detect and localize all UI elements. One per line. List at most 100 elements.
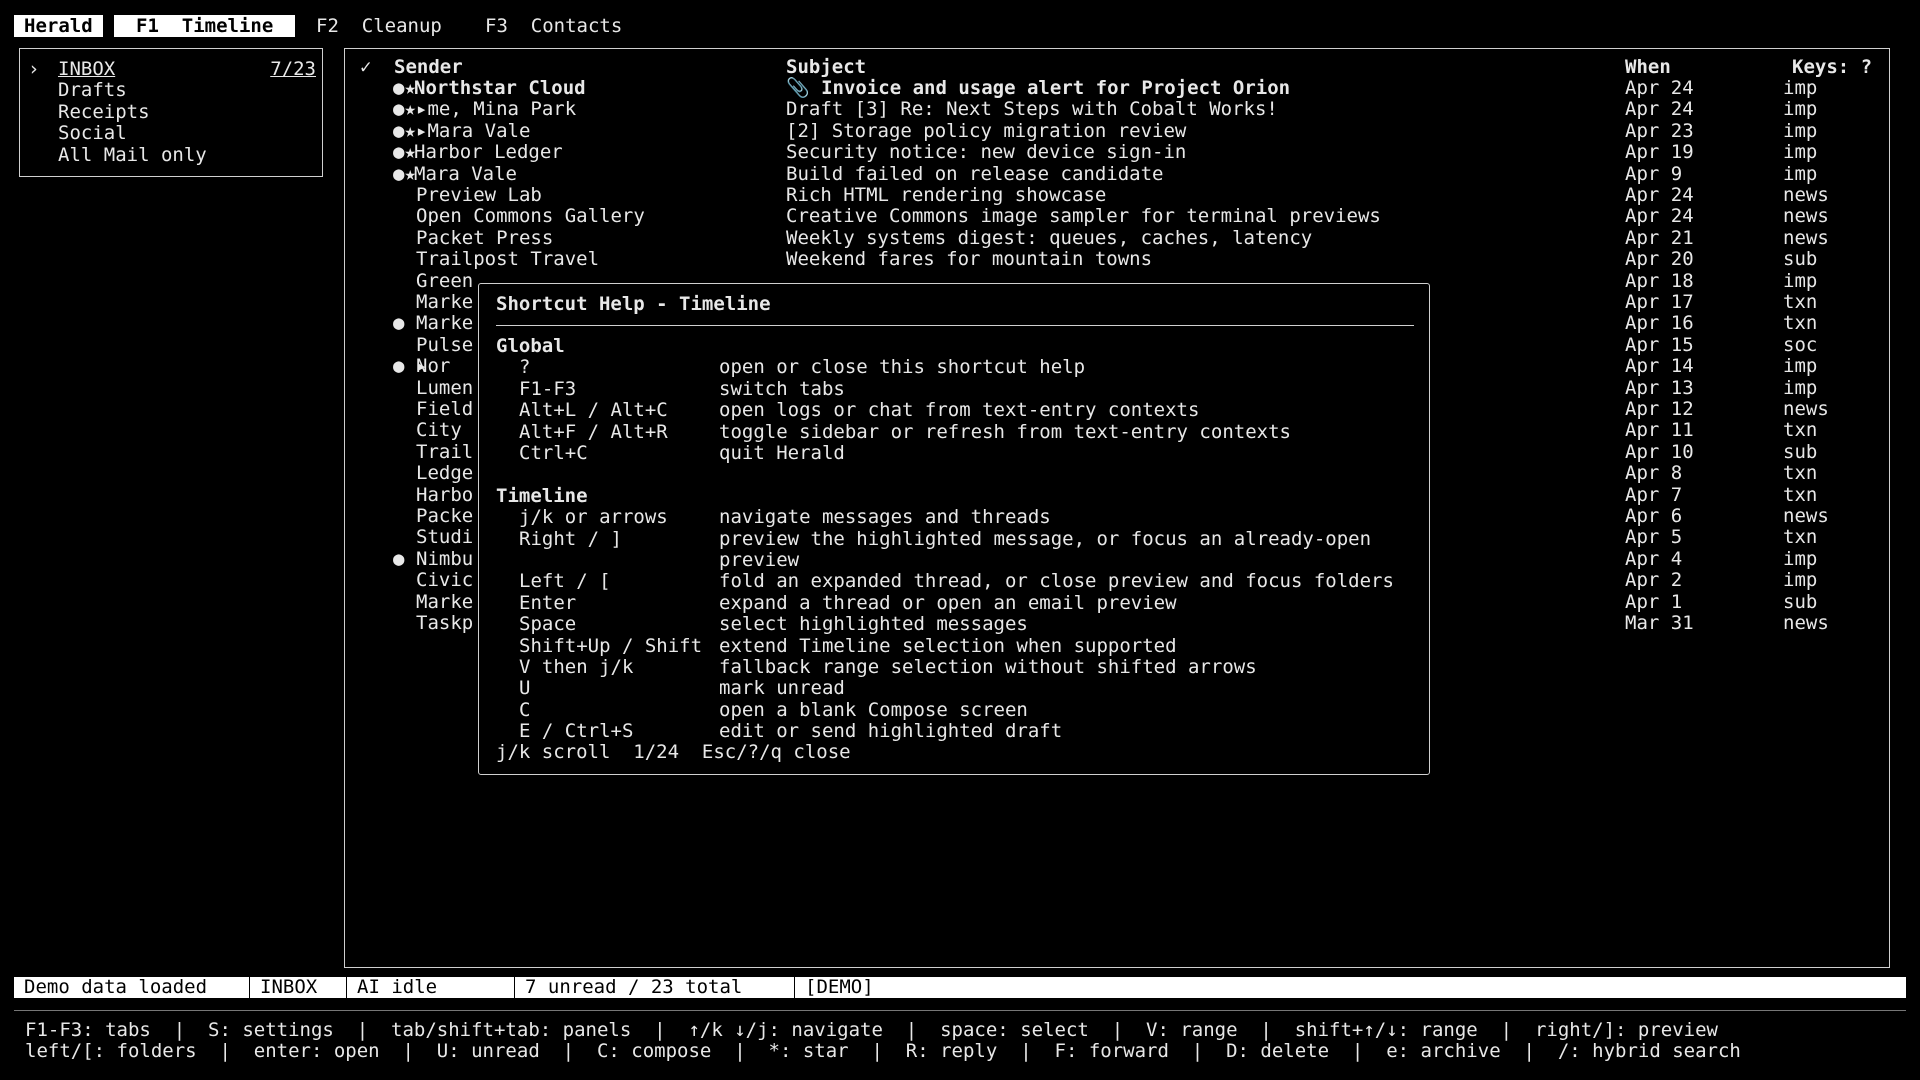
help-shortcut-key: C [519,698,531,721]
message-tag: imp [1783,376,1818,399]
message-sender: Ledge [416,462,474,485]
message-date: Apr 8 [1625,462,1683,485]
message-flags: ● [393,547,405,570]
message-date: Apr 14 [1625,355,1694,378]
message-date: Apr 7 [1625,483,1683,506]
message-tag: txn [1783,291,1818,313]
message-sender: Pulse [416,333,474,356]
message-sender: Marke [416,312,474,335]
message-sender: Nor [416,355,451,378]
message-date: Apr 11 [1625,419,1694,442]
message-tag: imp [1783,547,1818,570]
message-date: Apr 9 [1625,162,1683,185]
help-shortcut-key: U [519,677,531,700]
message-sender: me, Mina Park [416,98,577,121]
message-sender: Trail [416,440,474,463]
message-tag: news [1783,205,1829,228]
folder-item-all-mail-only[interactable]: All Mail only [58,144,207,166]
message-sender: Preview Lab [416,184,542,206]
help-shortcut-description: navigate messages and threads [719,506,1051,529]
message-tag: txn [1783,483,1818,506]
help-title: Shortcut Help - Timeline [496,293,771,315]
message-tag: sub [1783,590,1818,613]
message-sender: Harbor Ledger [414,141,563,164]
status-ai: AI idle [347,977,515,998]
app-name: Herald [14,15,103,37]
help-shortcut-key: Shift+Up / Shift [519,634,703,657]
message-date: Apr 2 [1625,569,1683,592]
header-check: ✓ [360,56,372,78]
key-hints-line-2: left/[: folders | enter: open | U: unrea… [25,1040,1741,1062]
folder-item-social[interactable]: Social [58,122,127,144]
tab-contacts[interactable]: F3 Contacts [485,15,622,37]
message-date: Apr 17 [1625,291,1694,313]
header-when[interactable]: When [1625,56,1671,78]
message-date: Apr 18 [1625,269,1694,292]
status-counts: 7 unread / 23 total [515,977,795,998]
header-subject[interactable]: Subject [786,56,866,78]
status-folder: INBOX [250,977,347,998]
message-subject: Build failed on release candidate [786,162,1164,185]
help-divider [496,325,1414,326]
help-shortcut-key: F1-F3 [519,377,577,400]
message-tag: imp [1783,162,1818,185]
message-sender: Harbo [416,483,474,506]
header-keys: Keys: ? [1792,56,1873,78]
header-sender[interactable]: Sender [394,56,463,78]
help-shortcut-description: open logs or chat from text-entry contex… [719,399,1200,422]
help-shortcut-description: mark unread [719,677,845,700]
message-subject: 📎 Invoice and usage alert for Project Or… [786,77,1291,99]
message-tag: txn [1783,312,1818,335]
help-shortcut-key: Ctrl+C [519,442,588,464]
message-date: Apr 20 [1625,248,1694,271]
message-subject: Security notice: new device sign-in [786,141,1187,164]
help-shortcut-description: fallback range selection without shifted… [719,656,1257,678]
help-shortcut-key: j/k or arrows [519,506,668,529]
message-tag: imp [1783,569,1818,592]
shortcut-help-dialog: Shortcut Help - Timeline Global? open or … [478,283,1430,775]
message-subject: Weekly systems digest: queues, caches, l… [786,226,1313,249]
help-shortcut-key: ? [519,356,531,379]
message-tag: imp [1783,77,1818,99]
tab-timeline[interactable]: F1 Timeline [114,15,296,37]
help-shortcut-description: preview the highlighted message, or focu… [719,527,1372,550]
message-date: Mar 31 [1625,612,1694,634]
status-bar: Demo data loaded INBOX AI idle 7 unread … [14,977,1906,998]
folder-item-inbox[interactable]: INBOX [58,58,115,80]
message-tag: imp [1783,98,1818,121]
message-flags: ●★ [393,141,416,164]
help-shortcut-key: Left / [ [519,570,611,593]
folder-item-drafts[interactable]: Drafts [58,79,127,101]
message-sender: Nimbu [416,547,474,570]
message-sender: Marke [416,590,474,613]
message-tag: imp [1783,269,1818,292]
help-shortcut-description: fold an expanded thread, or close previe… [719,570,1394,593]
message-tag: txn [1783,462,1818,485]
message-tag: imp [1783,119,1818,142]
message-tag: txn [1783,419,1818,442]
help-shortcut-description: select highlighted messages [719,613,1028,636]
folder-item-receipts[interactable]: Receipts [58,101,150,123]
help-shortcut-description: expand a thread or open an email preview [719,591,1177,614]
message-sender: Northstar Cloud [414,77,586,99]
help-shortcut-key: E / Ctrl+S [519,720,634,743]
message-date: Apr 15 [1625,333,1694,356]
help-shortcut-key: Space [519,613,577,636]
help-footer: j/k scroll 1/24 Esc/?/q close [496,741,851,763]
message-sender: Lumen [416,376,474,399]
help-shortcut-key: Right / ] [519,527,622,550]
message-sender: City [416,419,462,442]
message-tag: txn [1783,526,1818,549]
message-date: Apr 13 [1625,376,1694,399]
help-shortcut-description: open or close this shortcut help [719,356,1086,379]
message-sender: Green [416,269,474,292]
message-date: Apr 4 [1625,547,1683,570]
tab-cleanup[interactable]: F2 Cleanup [316,15,442,37]
message-date: Apr 24 [1625,184,1694,206]
help-shortcut-description: quit Herald [719,442,845,464]
message-date: Apr 16 [1625,312,1694,335]
message-sender: Trailpost Travel [416,248,600,271]
key-hints-line-1: F1-F3: tabs | S: settings | tab/shift+ta… [25,1019,1718,1041]
message-subject: Weekend fares for mountain towns [786,248,1153,271]
message-date: Apr 23 [1625,119,1694,142]
